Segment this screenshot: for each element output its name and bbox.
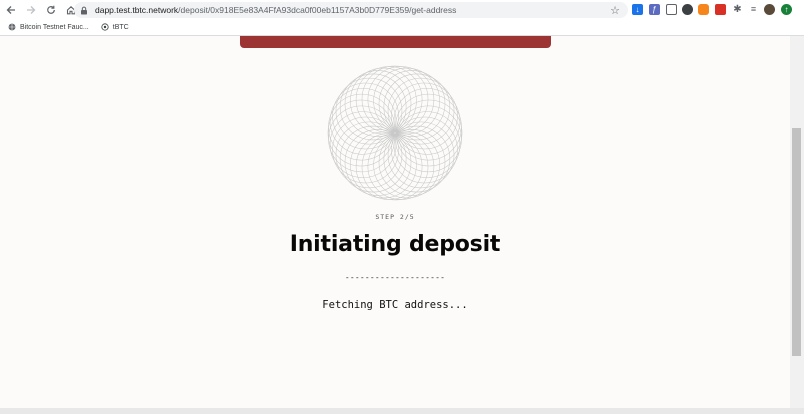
metamask-icon[interactable] [698,4,709,15]
bookmark-bitcoin-faucet[interactable]: Bitcoin Testnet Fauc... [8,23,89,31]
scrollbar-thumb[interactable] [792,128,801,356]
scrollbar[interactable] [790,36,804,408]
browser-toolbar: dapp.test.tbtc.network/deposit/0x918E5e8… [0,0,804,19]
spiro-ring [328,93,395,161]
extension-icon[interactable]: ƒ [649,4,660,15]
spiro-ring [355,133,423,200]
reading-list-icon[interactable]: ≡ [748,4,759,15]
spiro-ring [367,66,435,133]
extensions-icon[interactable]: ✱ [732,4,743,15]
dashed-divider: -------------------- [344,273,446,282]
tbtc-icon [101,23,109,31]
mail-extension-icon[interactable] [715,4,726,15]
download-extension-icon[interactable]: ↓ [632,4,643,15]
privacy-extension-icon[interactable] [682,4,693,15]
capture-extension-icon[interactable] [666,4,677,15]
page-content: STEP 2/5 Initiating deposit ------------… [0,36,790,408]
url-path: /deposit/0x918E5e83A4FfA93dca0f00eb1157A… [178,5,457,15]
spiro-ring [395,93,462,161]
window-bottom-edge [0,408,804,414]
profile-avatar-icon[interactable] [764,4,775,15]
spiro-ring [367,133,435,200]
status-message: Fetching BTC address... [322,299,468,311]
spirograph-animation [327,65,463,201]
update-icon[interactable]: ↑ [781,4,792,15]
spiro-ring [355,66,423,133]
page-title: Initiating deposit [289,232,501,257]
bookmark-tbtc[interactable]: tBTC [101,23,129,31]
spiro-ring [328,105,395,173]
spiro-ring [395,105,462,173]
globe-icon [8,23,16,31]
error-banner [240,36,551,48]
forward-arrow-icon[interactable] [22,1,40,19]
back-arrow-icon[interactable] [2,1,20,19]
address-bar[interactable]: dapp.test.tbtc.network/deposit/0x918E5e8… [74,2,628,18]
lock-icon[interactable] [80,5,90,15]
reload-icon[interactable] [42,1,60,19]
url-host: dapp.test.tbtc.network [95,5,179,15]
bookmark-label: Bitcoin Testnet Fauc... [20,23,89,31]
step-indicator: STEP 2/5 [375,213,415,221]
star-icon[interactable]: ☆ [610,4,620,17]
bookmarks-bar: Bitcoin Testnet Fauc... tBTC [0,19,804,36]
bookmark-label: tBTC [112,23,129,31]
